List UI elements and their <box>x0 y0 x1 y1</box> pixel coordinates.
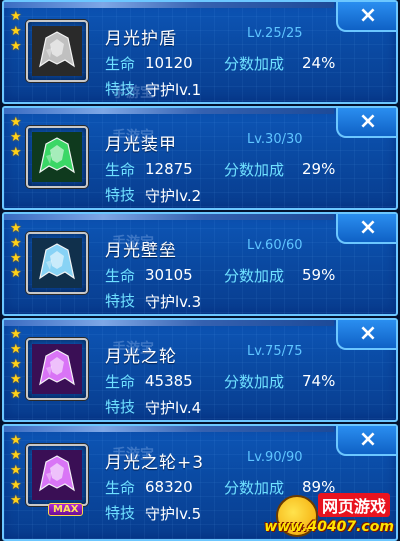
item-name: 月光护盾 <box>105 29 177 49</box>
bonus-label: 分数加成 <box>224 161 285 179</box>
hp-value: 10120 <box>145 54 193 72</box>
close-icon: × <box>358 3 378 28</box>
star-icon: ★ <box>10 327 22 342</box>
star-icon: ★ <box>10 387 22 402</box>
skill-value: 守护lv.5 <box>145 505 202 523</box>
star-icon: ★ <box>10 39 22 54</box>
bonus-label: 分数加成 <box>224 267 285 285</box>
purple-armor-icon[interactable] <box>26 338 88 400</box>
hp-value: 45385 <box>145 372 193 390</box>
star-icon: ★ <box>10 9 22 24</box>
star-icon: ★ <box>10 266 22 281</box>
close-button[interactable]: × <box>336 426 396 456</box>
close-button[interactable]: × <box>336 214 396 244</box>
star-rating: ★ ★ ★ ★ ★ <box>10 434 22 507</box>
hp-value: 68320 <box>145 478 193 496</box>
item-level: Lv.90/90 <box>247 450 303 465</box>
skill-label: 特技 <box>105 292 136 310</box>
card-top-strip <box>4 2 334 8</box>
close-icon: × <box>358 427 378 452</box>
star-icon: ★ <box>10 493 22 508</box>
star-icon: ★ <box>10 433 22 448</box>
skill-value: 守护lv.3 <box>145 293 202 311</box>
bonus-label: 分数加成 <box>224 373 285 391</box>
skill-label: 特技 <box>105 398 136 416</box>
star-icon: ★ <box>10 357 22 372</box>
watermark: 手游宝 <box>112 129 154 145</box>
star-rating: ★ ★ ★ ★ ★ <box>10 328 22 401</box>
star-icon: ★ <box>10 236 22 251</box>
watermark: 手游宝 <box>112 85 154 101</box>
equipment-card: ★ ★ ★ ★ ★ 月光之轮 Lv.75/75 生命 45385 分数加成 74% 特技 守护lv.4 手… <box>2 318 398 422</box>
hp-label: 生命 <box>105 55 136 73</box>
bonus-label: 分数加成 <box>224 55 285 73</box>
star-icon: ★ <box>10 115 22 130</box>
close-button[interactable]: × <box>336 2 396 32</box>
star-icon: ★ <box>10 130 22 145</box>
watermark: 手游宝 <box>112 341 154 357</box>
hp-value: 30105 <box>145 266 193 284</box>
star-icon: ★ <box>10 24 22 39</box>
star-icon: ★ <box>10 221 22 236</box>
close-icon: × <box>358 215 378 240</box>
star-icon: ★ <box>10 478 22 493</box>
green-armor-icon[interactable] <box>26 126 88 188</box>
star-rating: ★ ★ ★ <box>10 10 22 53</box>
star-rating: ★ ★ ★ ★ <box>10 222 22 280</box>
hp-label: 生命 <box>105 479 136 497</box>
bonus-value: 24% <box>302 54 336 72</box>
bonus-value: 29% <box>302 160 336 178</box>
shield-armor-icon[interactable] <box>26 20 88 82</box>
close-icon: × <box>358 321 378 346</box>
purple-armor-max-icon[interactable] <box>26 444 88 506</box>
hp-label: 生命 <box>105 267 136 285</box>
card-top-strip <box>4 214 334 220</box>
bonus-value: 74% <box>302 372 336 390</box>
equipment-card: ★ ★ ★ 月光护盾 Lv.25/25 生命 10120 分数加成 24% 特技 守护lv.1 手游宝… <box>2 0 398 104</box>
equipment-card: ★ ★ ★ ★ 月光壁垒 Lv.60/60 生命 30105 分数加成 59% 特技 守护lv.3 手游… <box>2 212 398 316</box>
item-level: Lv.25/25 <box>247 26 303 41</box>
star-rating: ★ ★ ★ <box>10 116 22 159</box>
skill-label: 特技 <box>105 186 136 204</box>
star-icon: ★ <box>10 145 22 160</box>
skill-label: 特技 <box>105 504 136 522</box>
bonus-value: 59% <box>302 266 336 284</box>
star-icon: ★ <box>10 448 22 463</box>
close-button[interactable]: × <box>336 320 396 350</box>
skill-value: 守护lv.2 <box>145 187 202 205</box>
card-top-strip <box>4 426 334 432</box>
logo-title: 网页游戏 <box>317 493 390 517</box>
close-button[interactable]: × <box>336 108 396 138</box>
card-top-strip <box>4 108 334 114</box>
item-level: Lv.60/60 <box>247 238 303 253</box>
star-icon: ★ <box>10 342 22 357</box>
logo-url: www.40407.com <box>264 519 394 535</box>
hp-label: 生命 <box>105 161 136 179</box>
item-level: Lv.30/30 <box>247 132 303 147</box>
star-icon: ★ <box>10 372 22 387</box>
close-icon: × <box>358 109 378 134</box>
max-badge: MAX <box>48 503 84 516</box>
site-logo: 网页游戏 www.40407.com <box>264 489 398 541</box>
hp-label: 生命 <box>105 373 136 391</box>
equipment-card: ★ ★ ★ 月光装甲 Lv.30/30 生命 12875 分数加成 29% 特技 守护lv.2 手游宝… <box>2 106 398 210</box>
watermark: 手游宝 <box>112 447 154 463</box>
skill-value: 守护lv.4 <box>145 399 202 417</box>
item-level: Lv.75/75 <box>247 344 303 359</box>
star-icon: ★ <box>10 463 22 478</box>
blue-armor-icon[interactable] <box>26 232 88 294</box>
card-top-strip <box>4 320 334 326</box>
star-icon: ★ <box>10 251 22 266</box>
hp-value: 12875 <box>145 160 193 178</box>
watermark: 手游宝 <box>112 235 154 251</box>
